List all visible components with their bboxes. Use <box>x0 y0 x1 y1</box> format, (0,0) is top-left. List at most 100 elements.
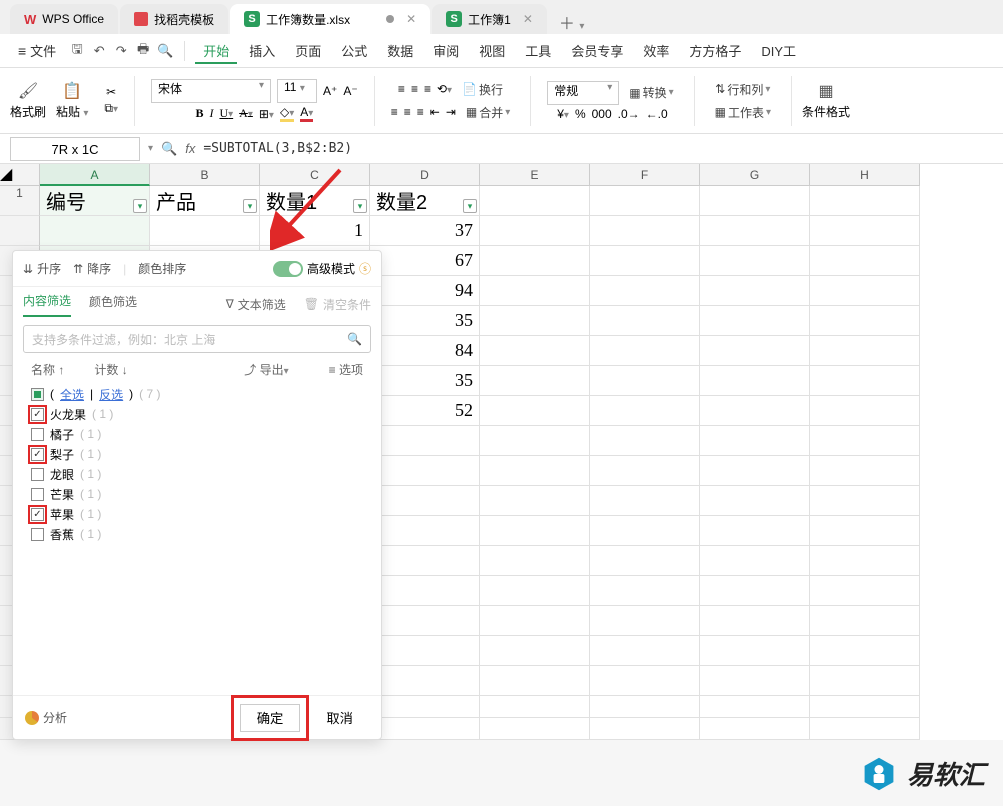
increase-font-icon[interactable]: A⁺ <box>323 84 337 98</box>
orient-icon[interactable]: ⟲▾ <box>437 82 452 96</box>
currency-icon[interactable]: ¥▾ <box>557 107 569 121</box>
menu-home[interactable]: 开始 <box>195 37 237 64</box>
menu-view[interactable]: 视图 <box>471 37 513 64</box>
col-A-header[interactable]: A <box>40 164 150 186</box>
col-E-header[interactable]: E <box>480 164 590 186</box>
filter-search-input[interactable]: 支持多条件过滤，例如：北京 上海🔍 <box>23 325 371 353</box>
new-tab-button[interactable]: ＋ ▾ <box>549 10 594 34</box>
filter-icon[interactable]: ▾ <box>463 199 477 213</box>
strike-button[interactable]: A▾ <box>239 106 253 121</box>
underline-button[interactable]: U▾ <box>219 106 233 121</box>
undo-icon[interactable]: ↶ <box>90 43 108 59</box>
select-all-item[interactable]: (全选 | 反选) ( 7 ) <box>31 384 363 404</box>
cell-D[interactable]: 84 <box>370 336 480 366</box>
cell-D[interactable]: 94 <box>370 276 480 306</box>
export-button[interactable]: ⤴ 导出▾ <box>244 361 288 378</box>
checkbox-icon[interactable] <box>31 468 44 481</box>
filter-item[interactable]: 龙眼 ( 1 ) <box>31 464 363 484</box>
cell-C[interactable]: 1 <box>260 216 370 246</box>
text-filter-button[interactable]: ∇ 文本筛选 <box>226 296 286 313</box>
align-center-icon[interactable]: ≡ <box>404 105 411 119</box>
font-size-select[interactable]: 11 ▾ <box>277 79 317 103</box>
sort-asc-button[interactable]: ⇊ 升序 <box>23 260 61 277</box>
font-name-select[interactable]: 宋体 ▾ <box>151 79 271 103</box>
bold-button[interactable]: B <box>195 106 203 121</box>
menu-insert[interactable]: 插入 <box>241 37 283 64</box>
tab-workbook-1[interactable]: S工作簿1✕ <box>432 4 547 34</box>
decrease-font-icon[interactable]: A⁻ <box>343 84 357 98</box>
align-bot-icon[interactable]: ≡ <box>424 82 431 96</box>
menu-member[interactable]: 会员专享 <box>563 37 631 64</box>
close-icon[interactable]: ✕ <box>406 12 416 26</box>
col-D-header[interactable]: D <box>370 164 480 186</box>
col-F-header[interactable]: F <box>590 164 700 186</box>
cell-D1[interactable]: 数量2▾ <box>370 186 480 216</box>
filter-item[interactable]: 香蕉 ( 1 ) <box>31 524 363 544</box>
cell-A1[interactable]: 编号▾ <box>40 186 150 216</box>
menu-diy[interactable]: DIY工 <box>753 37 804 64</box>
align-top-icon[interactable]: ≡ <box>398 82 405 96</box>
indent-dec-icon[interactable]: ⇤ <box>430 105 440 119</box>
merge-button[interactable]: ▦合并▾ <box>462 102 514 123</box>
clear-filter-button[interactable]: 🗑 清空条件 <box>304 296 371 313</box>
filter-item[interactable]: ✓苹果 ( 1 ) <box>31 504 363 524</box>
checkbox-icon[interactable] <box>31 428 44 441</box>
align-right-icon[interactable]: ≡ <box>417 105 424 119</box>
menu-file[interactable]: 文件 <box>10 37 64 64</box>
convert-button[interactable]: ▦转换▾ <box>625 82 677 103</box>
col-G-header[interactable]: G <box>700 164 810 186</box>
menu-efficiency[interactable]: 效率 <box>635 37 677 64</box>
advanced-mode-toggle[interactable]: 高级模式 ⓢ <box>273 260 371 277</box>
checkbox-partial-icon[interactable] <box>31 388 44 401</box>
menu-data[interactable]: 数据 <box>379 37 421 64</box>
paste-button[interactable]: 📋粘贴 ▾ <box>56 81 88 120</box>
tab-wps-office[interactable]: WWPS Office <box>10 4 118 34</box>
cell-D[interactable]: 37 <box>370 216 480 246</box>
checkbox-icon[interactable]: ✓ <box>31 448 44 461</box>
percent-icon[interactable]: % <box>575 107 586 121</box>
checkbox-icon[interactable]: ✓ <box>31 508 44 521</box>
ok-button[interactable]: 确定 <box>240 704 301 732</box>
align-left-icon[interactable]: ≡ <box>391 105 398 119</box>
border-button[interactable]: ⊞▾ <box>259 107 274 121</box>
italic-button[interactable]: I <box>209 106 213 121</box>
menu-review[interactable]: 审阅 <box>425 37 467 64</box>
col-H-header[interactable]: H <box>810 164 920 186</box>
color-sort-button[interactable]: 颜色排序 <box>138 260 186 277</box>
dec-dec-icon[interactable]: ←.0 <box>646 107 668 121</box>
filter-item[interactable]: 芒果 ( 1 ) <box>31 484 363 504</box>
comma-icon[interactable]: 000 <box>592 107 612 121</box>
number-format-select[interactable]: 常规 ▾ <box>547 81 619 105</box>
dec-inc-icon[interactable]: .0→ <box>618 107 640 121</box>
col-B-header[interactable]: B <box>150 164 260 186</box>
analysis-button[interactable]: 分析 <box>25 709 67 726</box>
menu-tools[interactable]: 工具 <box>517 37 559 64</box>
filter-icon[interactable]: ▾ <box>353 199 367 213</box>
tab-templates[interactable]: 找稻壳模板 <box>120 4 228 34</box>
cancel-button[interactable]: 取消 <box>310 704 369 732</box>
color-filter-tab[interactable]: 颜色筛选 <box>89 293 137 316</box>
cell-B1[interactable]: 产品▾ <box>150 186 260 216</box>
rowcol-button[interactable]: ⇅行和列▾ <box>711 79 774 100</box>
count-col-header[interactable]: 计数 ↓ <box>94 361 127 378</box>
tab-workbook-count[interactable]: S工作簿数量.xlsx✕ <box>230 4 430 34</box>
wrap-button[interactable]: 📄换行 <box>458 79 507 100</box>
formula-input[interactable]: =SUBTOTAL(3,B$2:B2) <box>203 141 993 156</box>
font-color-button[interactable]: A▾ <box>300 105 313 122</box>
menu-fangfang[interactable]: 方方格子 <box>681 37 749 64</box>
copy-icon[interactable]: ⧉▾ <box>104 101 118 116</box>
filter-icon[interactable]: ▾ <box>133 199 147 213</box>
checkbox-icon[interactable] <box>31 488 44 501</box>
redo-icon[interactable]: ↷ <box>112 43 130 59</box>
preview-icon[interactable]: 🔍 <box>156 43 174 59</box>
sheet-button[interactable]: ▦工作表▾ <box>711 102 775 123</box>
menu-formula[interactable]: 公式 <box>333 37 375 64</box>
filter-item[interactable]: 橘子 ( 1 ) <box>31 424 363 444</box>
checkbox-icon[interactable] <box>31 528 44 541</box>
cell-D[interactable]: 35 <box>370 366 480 396</box>
search-icon[interactable]: 🔍 <box>161 141 177 157</box>
align-mid-icon[interactable]: ≡ <box>411 82 418 96</box>
filter-item[interactable]: ✓梨子 ( 1 ) <box>31 444 363 464</box>
cell-D[interactable]: 35 <box>370 306 480 336</box>
indent-inc-icon[interactable]: ⇥ <box>446 105 456 119</box>
